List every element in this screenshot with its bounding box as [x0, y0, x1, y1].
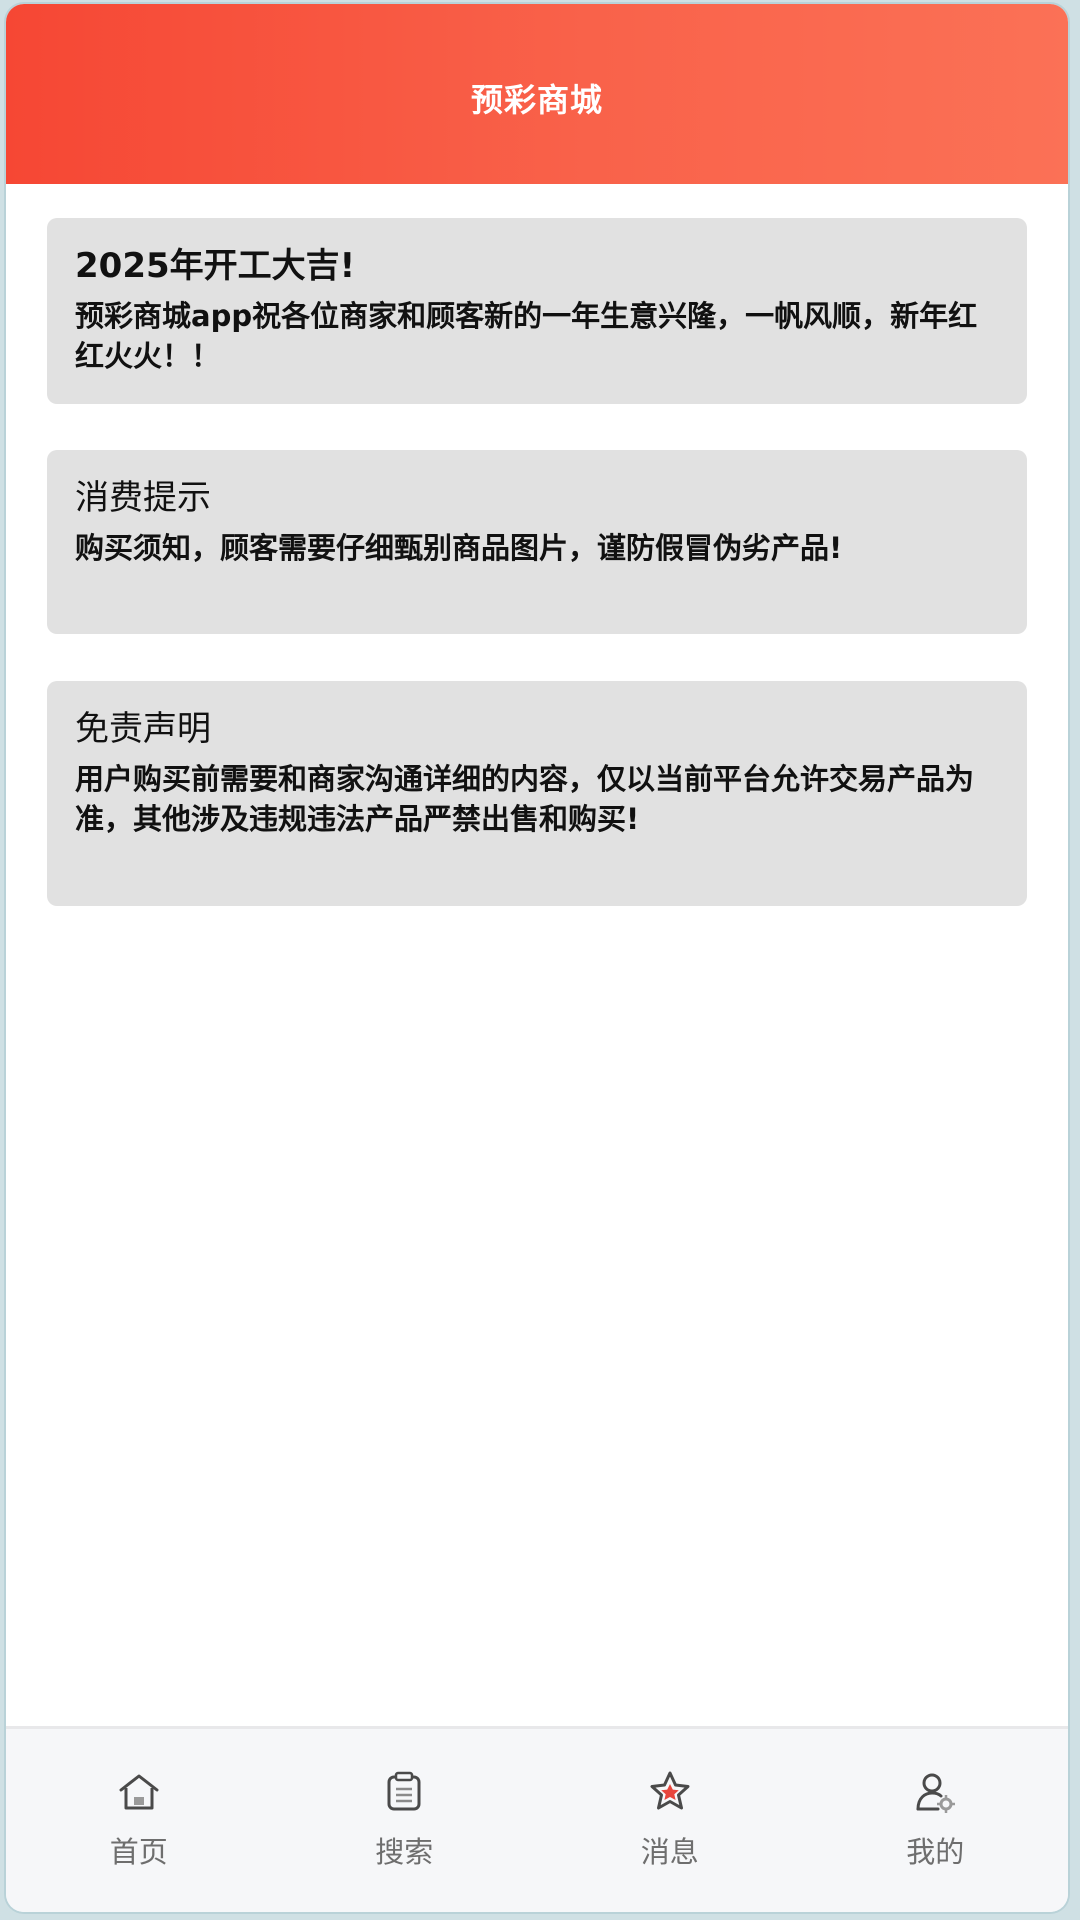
star-icon [650, 1771, 690, 1810]
tab-label: 消息 [640, 1835, 699, 1869]
tab-label: 搜索 [375, 1835, 434, 1869]
tab-profile[interactable]: 我的 [803, 1729, 1069, 1912]
notice-list[interactable]: 2025年开工大吉! 预彩商城app祝各位商家和顾客新的一年生意兴隆，一帆风顺，… [6, 184, 1068, 1730]
home-icon [119, 1774, 159, 1810]
notice-card-disclaimer[interactable]: 免责声明 用户购买前需要和商家沟通详细的内容，仅以当前平台允许交易产品为准，其他… [47, 681, 1027, 906]
user-settings-icon [916, 1773, 956, 1813]
notice-body: 预彩商城app祝各位商家和顾客新的一年生意兴隆，一帆风顺，新年红红火火！！ [75, 299, 978, 373]
app-screen: 预彩商城 2025年开工大吉! 预彩商城app祝各位商家和顾客新的一年生意兴隆，… [6, 4, 1068, 1912]
notice-title: 免责声明 [75, 709, 211, 749]
notice-body: 用户购买前需要和商家沟通详细的内容，仅以当前平台允许交易产品为准，其他涉及违规违… [75, 762, 975, 836]
list-icon [387, 1771, 421, 1811]
bottom-tab-bar: 首页 搜索 消息 我的 [6, 1726, 1068, 1912]
notice-body: 购买须知，顾客需要仔细甄别商品图片，谨防假冒伪劣产品! [75, 531, 843, 565]
notice-title: 2025年开工大吉! [75, 246, 356, 286]
tab-messages[interactable]: 消息 [537, 1729, 803, 1912]
app-header: 预彩商城 [6, 4, 1068, 184]
tab-label: 我的 [906, 1835, 965, 1869]
notice-card-new-year[interactable]: 2025年开工大吉! 预彩商城app祝各位商家和顾客新的一年生意兴隆，一帆风顺，… [47, 218, 1027, 404]
page-title: 预彩商城 [470, 81, 603, 119]
notice-title: 消费提示 [75, 478, 211, 518]
tab-search[interactable]: 搜索 [272, 1729, 538, 1912]
tab-home[interactable]: 首页 [6, 1729, 272, 1912]
tab-label: 首页 [109, 1835, 168, 1869]
notice-card-consumer-tip[interactable]: 消费提示 购买须知，顾客需要仔细甄别商品图片，谨防假冒伪劣产品! [47, 450, 1027, 634]
